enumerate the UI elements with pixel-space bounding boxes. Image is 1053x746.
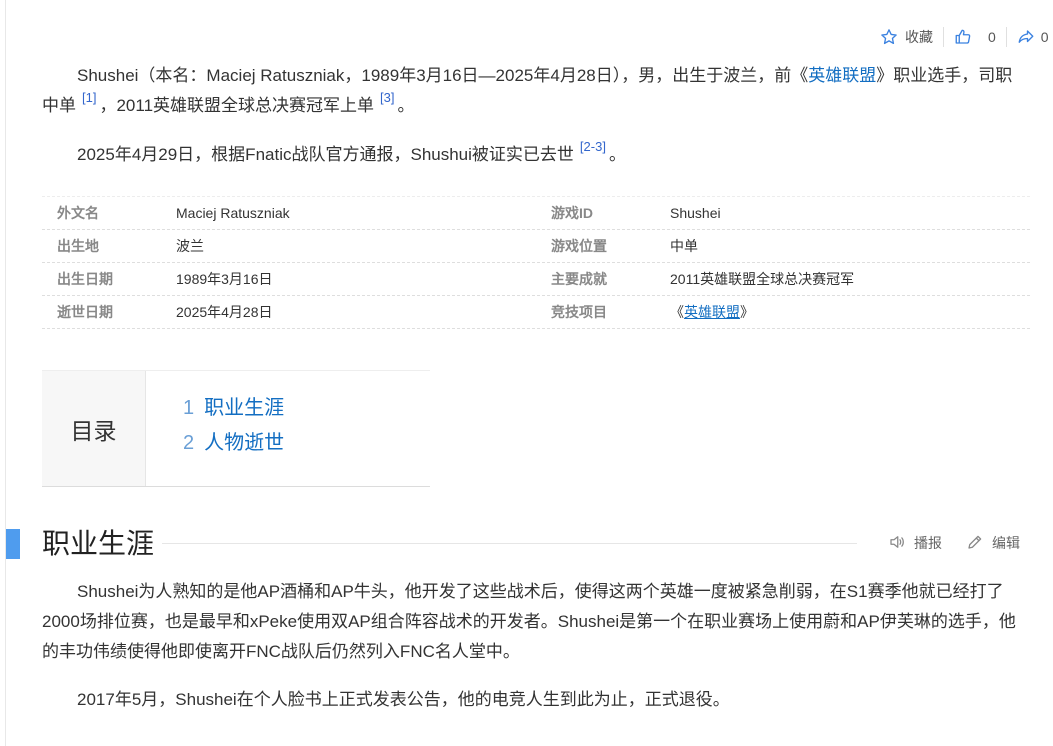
share-icon: [1017, 28, 1035, 46]
death-paragraph: 2025年4月29日，根据Fnatic战队官方通报，Shushui被证实已去世 […: [42, 140, 1017, 170]
pencil-icon: [966, 533, 984, 554]
infobox-key: 出生日期: [57, 271, 113, 287]
infobox-row: 外文名 Maciej Ratuszniak 游戏ID Shushei: [42, 196, 1030, 230]
infobox-value: Shushei: [670, 205, 721, 221]
reference-link[interactable]: [3]: [380, 90, 394, 105]
infobox-value: 2011英雄联盟全球总决赛冠军: [670, 271, 855, 287]
star-icon: [880, 28, 898, 46]
like-button[interactable]: 0: [954, 28, 996, 46]
speaker-icon: [888, 533, 906, 554]
section-title: 职业生涯: [42, 528, 155, 559]
intro-text: ，2011英雄联盟全球总决赛冠军上单: [99, 96, 375, 115]
bracket-text: 《: [670, 304, 684, 320]
infobox-value: 中单: [670, 238, 698, 254]
top-action-bar: 收藏 0 0: [880, 26, 1049, 48]
like-count: 0: [988, 29, 996, 45]
infobox-key: 外文名: [57, 205, 99, 221]
broadcast-button[interactable]: 播报: [888, 533, 942, 554]
thumbs-up-icon: [954, 28, 972, 46]
edit-label: 编辑: [992, 535, 1020, 551]
toc-number: 2: [183, 432, 195, 454]
toc-list: 1 职业生涯 2 人物逝世: [146, 371, 284, 486]
toc-label: 人物逝世: [204, 432, 285, 454]
game-link[interactable]: 英雄联盟: [684, 304, 740, 320]
infobox-row: 逝世日期 2025年4月28日 竞技项目 《英雄联盟》: [42, 296, 1030, 329]
infobox-key: 游戏ID: [551, 205, 593, 221]
infobox-row: 出生日期 1989年3月16日 主要成就 2011英雄联盟全球总决赛冠军: [42, 263, 1030, 296]
infobox-key: 主要成就: [551, 271, 607, 287]
section-tools: 播报 编辑: [888, 533, 1020, 553]
toc-item-career[interactable]: 1 职业生涯: [183, 393, 284, 428]
section-accent-bar: [6, 529, 20, 559]
section-divider: [162, 543, 857, 544]
infobox-value: Maciej Ratuszniak: [176, 205, 290, 221]
left-border: [5, 0, 6, 746]
share-button[interactable]: 0: [1017, 28, 1049, 46]
career-paragraph: Shushei为人熟知的是他AP酒桶和AP牛头，他开发了这些战术后，使得这两个英…: [42, 582, 1016, 661]
toc-number: 1: [183, 397, 195, 419]
infobox-value: 1989年3月16日: [176, 271, 273, 287]
retirement-paragraph: 2017年5月，Shushei在个人脸书上正式发表公告，他的电竞人生到此为止，正…: [77, 690, 730, 709]
infobox-key: 游戏位置: [551, 238, 607, 254]
favorite-label: 收藏: [905, 29, 933, 45]
infobox-key: 出生地: [57, 238, 99, 254]
table-of-contents: 目录 1 职业生涯 2 人物逝世: [42, 370, 430, 487]
infobox: 外文名 Maciej Ratuszniak 游戏ID Shushei 出生地 波…: [42, 196, 1030, 329]
infobox-value: 2025年4月28日: [176, 304, 273, 320]
intro-paragraph: Shushei（本名：Maciej Ratuszniak，1989年3月16日—…: [42, 61, 1017, 121]
divider: [943, 27, 944, 47]
share-count: 0: [1040, 29, 1049, 45]
death-text: 。: [608, 145, 626, 164]
infobox-row: 出生地 波兰 游戏位置 中单: [42, 230, 1030, 263]
infobox-value: 《英雄联盟》: [670, 302, 754, 322]
infobox-key: 逝世日期: [57, 304, 113, 320]
toc-title: 目录: [42, 371, 146, 486]
infobox-value: 波兰: [176, 238, 204, 254]
intro-text: Shushei（本名：Maciej Ratuszniak，1989年3月16日—…: [77, 66, 809, 85]
reference-link[interactable]: [1]: [82, 90, 96, 105]
game-link[interactable]: 英雄联盟: [808, 66, 876, 85]
death-text: 2025年4月29日，根据Fnatic战队官方通报，Shushui被证实已去世: [77, 145, 574, 164]
reference-link[interactable]: [2-3]: [580, 139, 606, 154]
bracket-text: 》: [740, 304, 754, 320]
toc-label: 职业生涯: [204, 397, 285, 419]
toc-item-death[interactable]: 2 人物逝世: [183, 428, 284, 463]
broadcast-label: 播报: [914, 535, 942, 551]
intro-text: 。: [397, 96, 415, 115]
edit-button[interactable]: 编辑: [966, 533, 1020, 554]
infobox-key: 竞技项目: [551, 304, 607, 320]
divider: [1005, 27, 1007, 47]
favorite-button[interactable]: 收藏: [880, 27, 933, 47]
